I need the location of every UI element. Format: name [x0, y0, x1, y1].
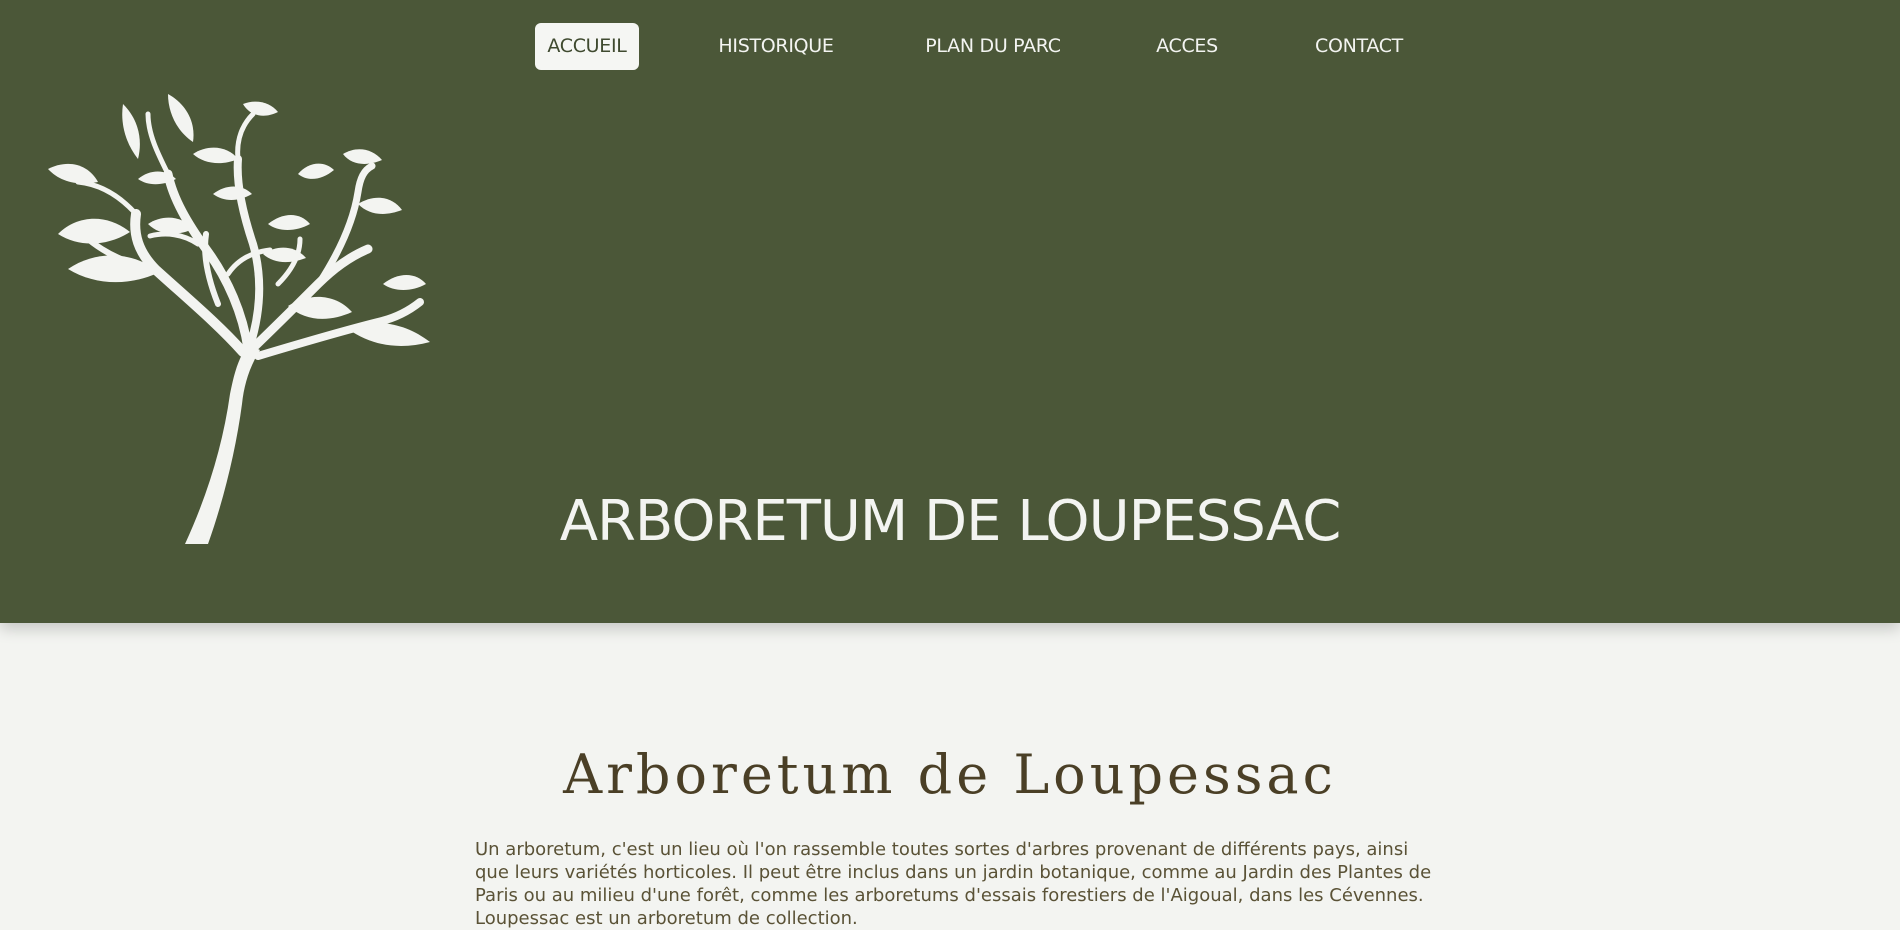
main-navigation: ACCUEIL HISTORIQUE PLAN DU PARC ACCES CO…	[0, 23, 1900, 70]
hero-title: ARBORETUM DE LOUPESSAC	[559, 489, 1342, 554]
nav-item-acces[interactable]: ACCES	[1143, 23, 1231, 70]
tree-logo-icon	[48, 94, 430, 544]
nav-item-accueil[interactable]: ACCUEIL	[535, 23, 639, 70]
nav-item-historique[interactable]: HISTORIQUE	[705, 23, 847, 70]
nav-item-plan-du-parc[interactable]: PLAN DU PARC	[915, 23, 1071, 70]
page-title: Arboretum de Loupessac	[563, 743, 1337, 806]
hero-banner: ACCUEIL HISTORIQUE PLAN DU PARC ACCES CO…	[0, 0, 1900, 623]
intro-paragraph: Un arboretum, c'est un lieu où l'on rass…	[475, 839, 1432, 929]
nav-item-contact[interactable]: CONTACT	[1300, 23, 1418, 70]
